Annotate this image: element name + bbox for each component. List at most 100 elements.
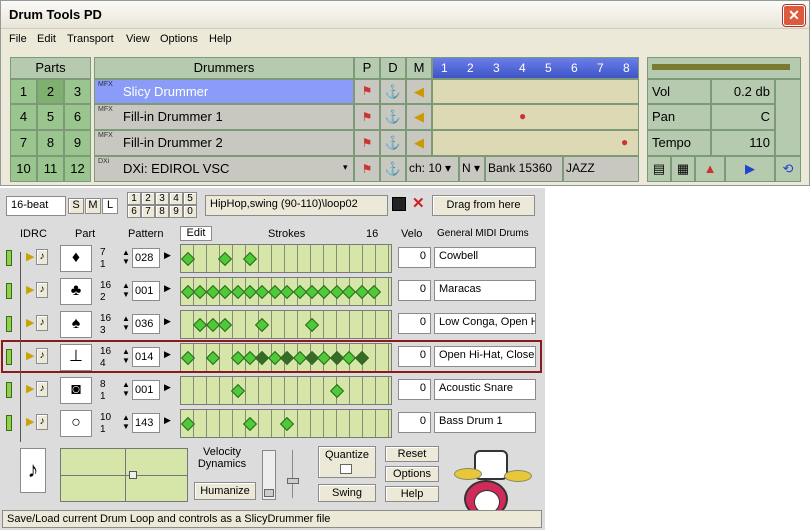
stroke-grid[interactable] (180, 277, 392, 306)
play-icon[interactable]: ▶ (725, 156, 775, 182)
flag-icon[interactable]: ⚑ (354, 104, 380, 130)
anchor-icon[interactable]: ⚓ (380, 79, 406, 104)
stroke-note[interactable] (280, 416, 295, 432)
metronome-icon[interactable]: ▲ (695, 156, 725, 182)
conga-icon[interactable]: ♠ (60, 311, 92, 338)
drummer-row-3[interactable]: MFX Fill-in Drummer 2 (94, 130, 354, 156)
play-arrow-icon[interactable]: ▶ (26, 250, 34, 263)
slot-4[interactable]: 4 (169, 192, 183, 205)
note-select[interactable]: N ▾ (459, 156, 485, 182)
pattern-field[interactable]: 001 (132, 281, 160, 301)
anchor-icon[interactable]: ⚓ (380, 130, 406, 156)
menu-view[interactable]: View (126, 33, 150, 45)
pattern-spinner[interactable]: ▲ ▼ (122, 248, 130, 266)
speaker-icon[interactable]: ◀ (406, 79, 432, 104)
instrument-select[interactable]: Low Conga, Open H (434, 313, 536, 334)
bank-select[interactable]: Bank 15360 (485, 156, 563, 182)
sequence-track-1[interactable] (432, 79, 639, 104)
drummer-row-4[interactable]: DXi DXi: EDIROL VSC ▾ (94, 156, 354, 182)
size-l-button[interactable]: L (102, 198, 118, 214)
slot-9[interactable]: 9 (169, 205, 183, 218)
note-icon[interactable]: ♪ (36, 381, 48, 397)
menu-options[interactable]: Options (160, 33, 198, 45)
instrument-select[interactable]: Maracas (434, 280, 536, 301)
stroke-note[interactable] (180, 416, 196, 432)
flag-icon[interactable]: ⚑ (354, 130, 380, 156)
play-arrow-icon[interactable]: ▶ (26, 382, 34, 395)
part-9[interactable]: 9 (64, 130, 91, 156)
slot-5[interactable]: 5 (183, 192, 197, 205)
anchor-icon[interactable]: ⚓ (380, 104, 406, 130)
part-3[interactable]: 3 (64, 79, 91, 104)
track-led[interactable] (6, 382, 12, 398)
part-6[interactable]: 6 (64, 104, 91, 130)
part-5[interactable]: 5 (37, 104, 64, 130)
stroke-grid[interactable] (180, 310, 392, 339)
stroke-note[interactable] (218, 251, 233, 267)
help-button[interactable]: Help (385, 486, 439, 502)
pattern-spinner[interactable]: ▲ ▼ (122, 380, 130, 398)
copy-icon[interactable]: ▤ (647, 156, 671, 182)
vol-value[interactable]: 0.2 db (711, 79, 775, 104)
chevron-right-icon[interactable]: ▶ (164, 415, 171, 426)
pattern-field[interactable]: 143 (132, 413, 160, 433)
instrument-select[interactable]: Bass Drum 1 (434, 412, 536, 433)
stroke-grid[interactable] (180, 409, 392, 438)
part-7[interactable]: 7 (10, 130, 37, 156)
cowbell-icon[interactable]: ♦ (60, 245, 92, 272)
xy-handle[interactable] (129, 471, 137, 479)
menu-transport[interactable]: Transport (67, 33, 114, 45)
slot-3[interactable]: 3 (155, 192, 169, 205)
stroke-note[interactable] (366, 284, 382, 300)
flag-icon[interactable]: ⚑ (354, 79, 380, 104)
chevron-right-icon[interactable]: ▶ (164, 250, 171, 261)
chevron-right-icon[interactable]: ▶ (164, 283, 171, 294)
menu-file[interactable]: File (9, 33, 27, 45)
note-icon[interactable]: ♪ (20, 448, 46, 493)
edit-button[interactable]: Edit (180, 226, 212, 241)
instrument-select[interactable]: Cowbell (434, 247, 536, 268)
options-button[interactable]: Options (385, 466, 439, 482)
velocity-xy-pad[interactable] (60, 448, 188, 502)
part-12[interactable]: 12 (64, 156, 91, 182)
flag-icon[interactable]: ⚑ (354, 156, 380, 182)
tempo-value[interactable]: 110 (711, 130, 775, 156)
speaker-icon[interactable]: ◀ (406, 130, 432, 156)
drummer-row-1[interactable]: MFX Slicy Drummer (94, 79, 354, 104)
velocity-field[interactable]: 0 (398, 379, 431, 400)
sequence-track-3[interactable]: ● (432, 130, 639, 156)
part-10[interactable]: 10 (10, 156, 37, 182)
slot-1[interactable]: 1 (127, 192, 141, 205)
bass-drum-icon[interactable]: ○ (60, 410, 92, 437)
menu-edit[interactable]: Edit (37, 33, 56, 45)
track-led[interactable] (6, 316, 12, 332)
part-8[interactable]: 8 (37, 130, 64, 156)
track-led[interactable] (6, 250, 12, 266)
maracas-icon[interactable]: ♣ (60, 278, 92, 305)
delete-icon[interactable]: ✕ (412, 194, 425, 212)
stroke-note[interactable] (242, 416, 258, 432)
chevron-down-icon[interactable]: ▾ (343, 162, 348, 173)
play-arrow-icon[interactable]: ▶ (26, 415, 34, 428)
chevron-right-icon[interactable]: ▶ (164, 316, 171, 327)
note-icon[interactable]: ♪ (36, 282, 48, 298)
stroke-grid[interactable] (180, 244, 392, 273)
size-s-button[interactable]: S (68, 198, 84, 214)
stroke-note[interactable] (242, 251, 258, 267)
quantize-checkbox[interactable] (340, 464, 352, 474)
pattern-spinner[interactable]: ▲ ▼ (122, 413, 130, 431)
drummer-row-2[interactable]: MFX Fill-in Drummer 1 (94, 104, 354, 130)
swing-slider[interactable] (287, 450, 304, 498)
pan-value[interactable]: C (711, 104, 775, 130)
stroke-note[interactable] (180, 251, 196, 267)
pattern-field[interactable]: 001 (132, 380, 160, 400)
velocity-field[interactable]: 0 (398, 280, 431, 301)
humanize-slider[interactable] (262, 450, 276, 500)
stroke-grid[interactable] (180, 376, 392, 405)
slot-2[interactable]: 2 (141, 192, 155, 205)
track-led[interactable] (6, 415, 12, 431)
channel-select[interactable]: ch: 10 ▾ (406, 156, 459, 182)
note-icon[interactable]: ♪ (36, 414, 48, 430)
save-icon[interactable] (392, 197, 406, 211)
note-icon[interactable]: ♪ (36, 315, 48, 331)
